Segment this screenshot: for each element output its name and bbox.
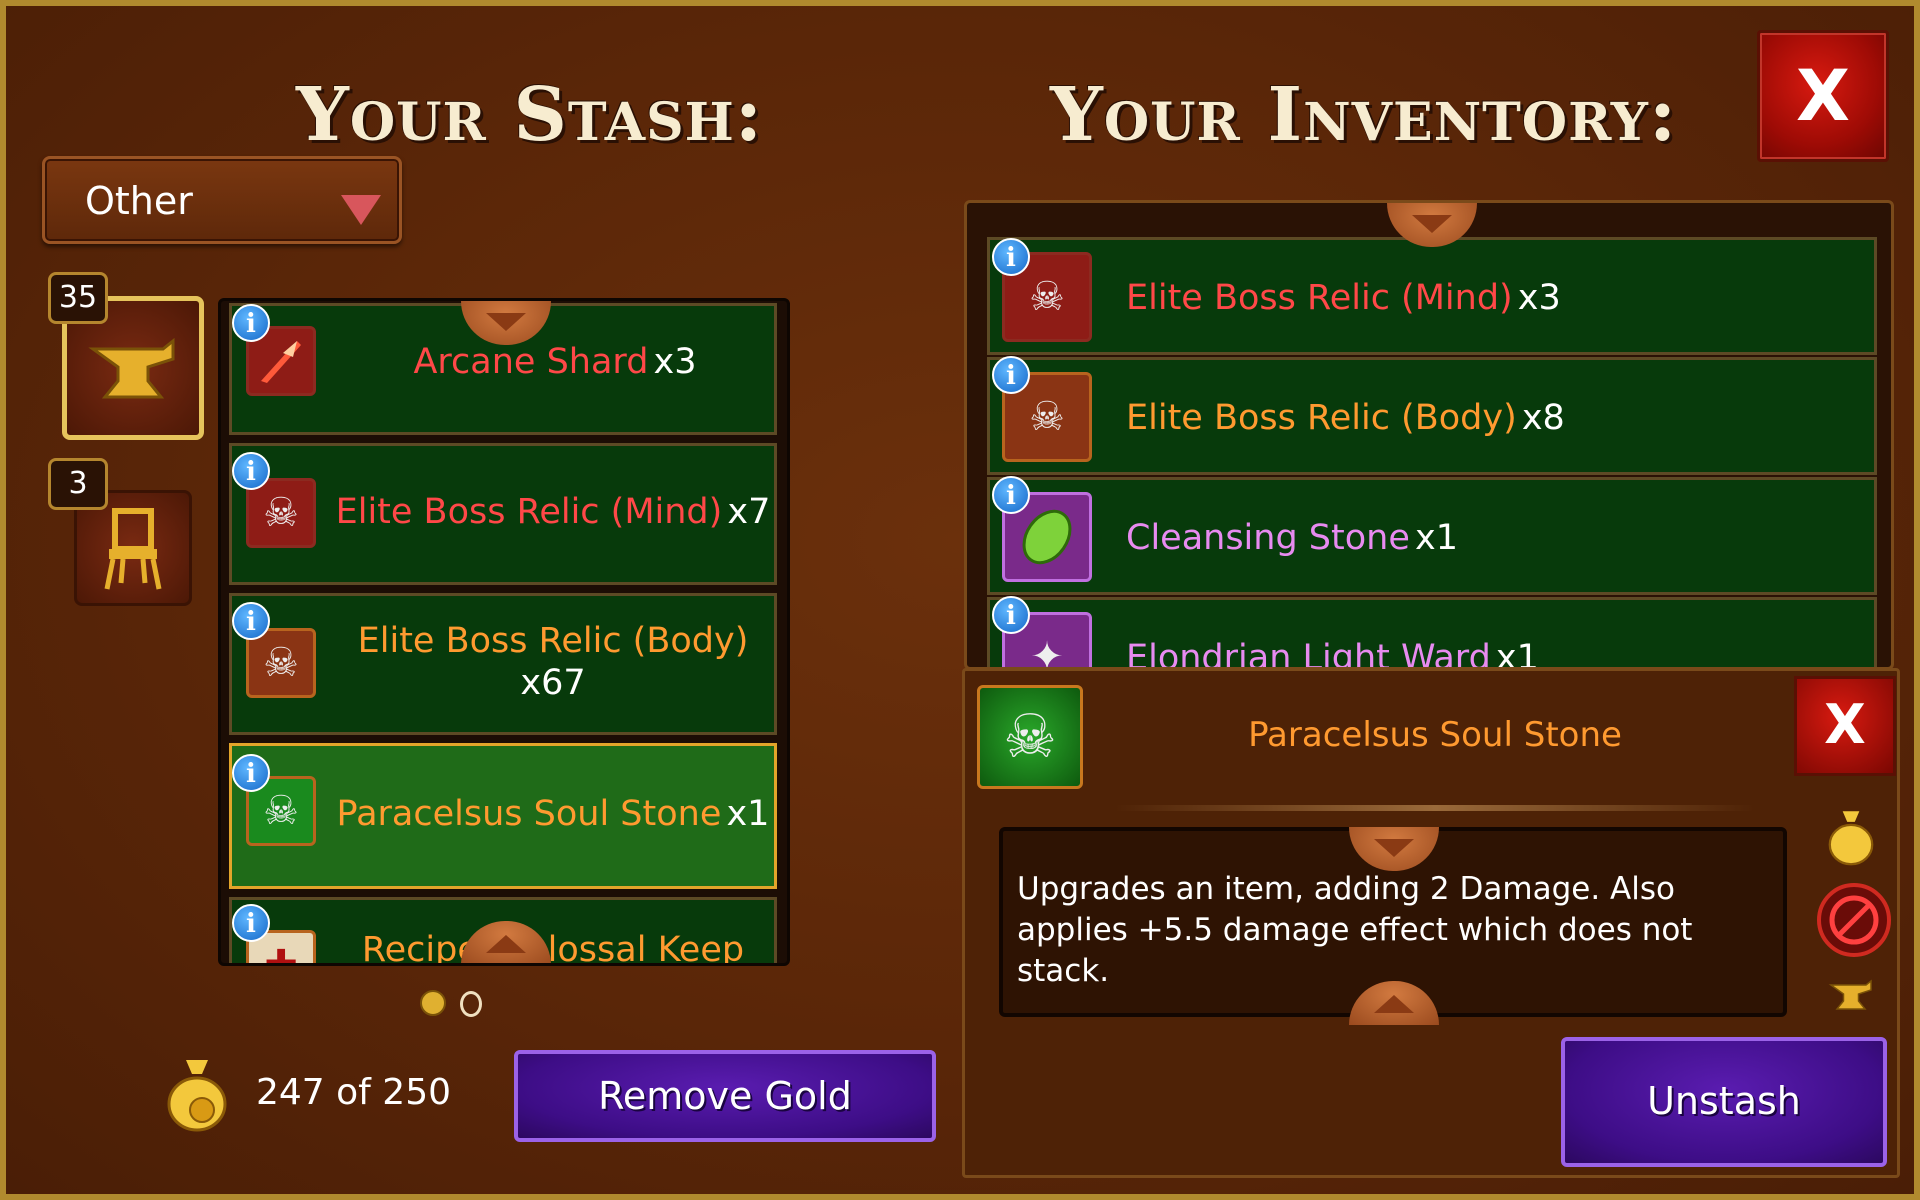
list-item[interactable]: ☠ Elite Boss Relic (Body) x8 <box>987 357 1877 475</box>
stash-list[interactable]: Arcane Shard x3 ☠ Elite Boss Relic (Mind… <box>218 298 790 966</box>
anvil-icon <box>88 337 175 399</box>
item-description: Upgrades an item, adding 2 Damage. Also … <box>1017 871 1693 989</box>
item-name: Elite Boss Relic (Body) <box>1126 398 1517 438</box>
detail-close-button[interactable]: X <box>1794 676 1896 776</box>
info-icon[interactable]: i <box>232 904 270 942</box>
category-dropdown[interactable]: Other <box>42 156 402 244</box>
skull-icon: ☠ <box>977 685 1083 789</box>
item-name: Arcane Shard <box>413 342 649 382</box>
info-icon[interactable]: i <box>992 356 1030 394</box>
list-item[interactable]: Cleansing Stone x1 <box>987 477 1877 595</box>
list-item[interactable]: ✦ Elondrian Light Ward x1 <box>987 597 1877 670</box>
divider <box>1115 805 1755 811</box>
remove-gold-button[interactable]: Remove Gold <box>514 1050 936 1142</box>
item-qty: x1 <box>1495 638 1539 670</box>
description-box[interactable]: Upgrades an item, adding 2 Damage. Also … <box>999 827 1787 1025</box>
item-qty: x1 <box>726 794 770 834</box>
info-icon[interactable]: i <box>992 238 1030 276</box>
scroll-up-tab[interactable] <box>1349 827 1439 871</box>
item-name: Cleansing Stone <box>1126 518 1410 558</box>
item-qty: x7 <box>727 492 771 532</box>
list-item-selected[interactable]: ☠ Paracelsus Soul Stone x1 <box>229 743 777 889</box>
page-dot-active[interactable] <box>420 990 446 1016</box>
detail-item-name: Paracelsus Soul Stone <box>1248 715 1622 755</box>
inventory-title: Your Inventory: <box>1050 72 1678 158</box>
list-item[interactable]: ☠ Elite Boss Relic (Body) x67 <box>229 593 777 735</box>
item-name: Recipe: Colossal Keep <box>361 930 745 966</box>
no-sell-icon <box>1817 883 1891 957</box>
inventory-list[interactable]: ☠ Elite Boss Relic (Mind) x3 ☠ Elite Bos… <box>964 200 1894 670</box>
dropdown-value: Other <box>85 179 193 223</box>
gold-capacity: 247 of 250 <box>256 1072 452 1113</box>
info-icon[interactable]: i <box>232 304 270 342</box>
list-item[interactable]: ☠ Elite Boss Relic (Mind) x3 <box>987 237 1877 355</box>
item-qty: x8 <box>1521 398 1565 438</box>
gold-bag-icon <box>167 1060 227 1132</box>
info-icon[interactable]: i <box>232 754 270 792</box>
item-qty: x67 <box>520 663 586 703</box>
anvil-icon <box>1823 967 1879 1023</box>
unstash-button[interactable]: Unstash <box>1561 1037 1887 1167</box>
gold-bag-icon <box>1823 809 1879 866</box>
item-qty: x3 <box>653 342 697 382</box>
item-name: Elite Boss Relic (Body) <box>357 621 749 661</box>
list-item[interactable]: ☠ Elite Boss Relic (Mind) x7 <box>229 443 777 585</box>
info-icon[interactable]: i <box>992 596 1030 634</box>
item-qty: x3 <box>1517 278 1561 318</box>
item-qty: x1 <box>1414 518 1458 558</box>
info-icon[interactable]: i <box>232 452 270 490</box>
dropdown-arrow-icon <box>341 195 381 225</box>
item-name: Paracelsus Soul Stone <box>336 794 722 834</box>
close-button[interactable]: X <box>1757 30 1889 162</box>
info-icon[interactable]: i <box>992 476 1030 514</box>
page-dot[interactable] <box>460 991 482 1017</box>
item-name: Elite Boss Relic (Mind) <box>1126 278 1513 318</box>
stash-title: Your Stash: <box>296 72 764 158</box>
chair-icon <box>104 508 162 590</box>
info-icon[interactable]: i <box>232 602 270 640</box>
item-name: Elondrian Light Ward <box>1126 638 1491 670</box>
category-count-badge: 3 <box>48 458 108 510</box>
category-count-badge: 35 <box>48 272 108 324</box>
item-detail-popup: ☠ Paracelsus Soul Stone X Upgrades an it… <box>962 668 1900 1178</box>
item-name: Elite Boss Relic (Mind) <box>335 492 723 532</box>
